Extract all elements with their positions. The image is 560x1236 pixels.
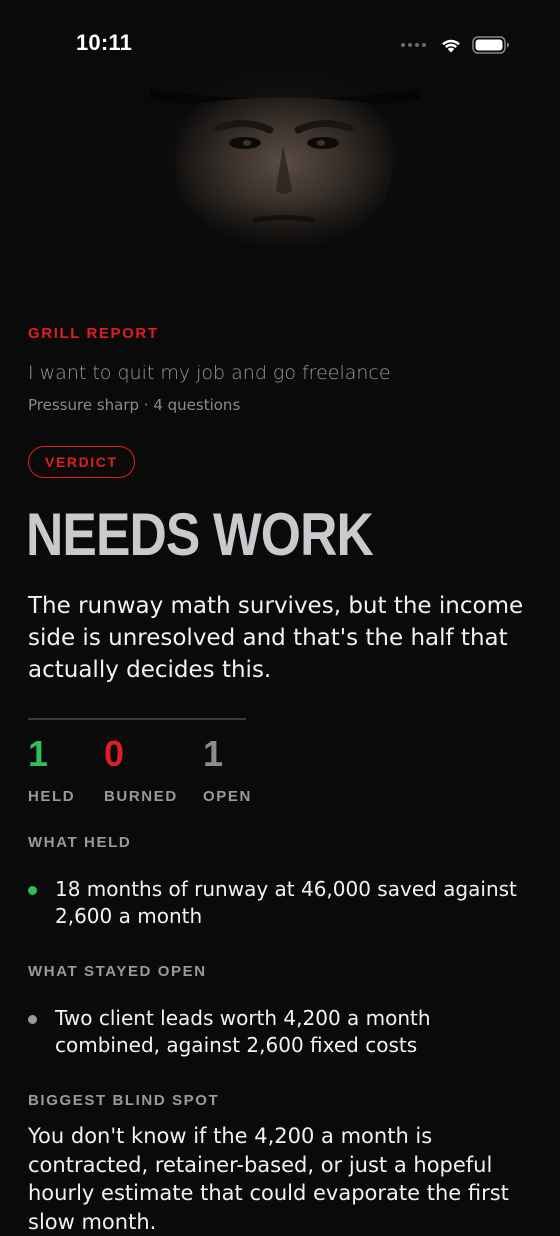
stat-held: 1 HELD [28, 732, 104, 805]
list-item-what-held: 18 months of runway at 46,000 saved agai… [28, 876, 532, 930]
stat-burned: 0 BURNED [104, 732, 203, 805]
stat-open: 1 OPEN [203, 732, 252, 805]
gray-dot-icon [28, 1015, 37, 1024]
stats-row: 1 HELD 0 BURNED 1 OPEN [28, 732, 252, 805]
verdict-summary: The runway math survives, but the income… [28, 593, 524, 683]
hero-portrait [0, 60, 560, 290]
stats-divider [28, 718, 246, 720]
stern-face-portrait [0, 60, 560, 290]
green-dot-icon [28, 886, 37, 895]
section-label-what-stayed-open: WHAT STAYED OPEN [28, 963, 207, 980]
report-meta: Pressure sharp · 4 questions [28, 396, 241, 414]
signal-dots-icon [401, 43, 426, 47]
stat-burned-value: 0 [104, 733, 125, 774]
report-eyebrow: GRILL REPORT [28, 325, 159, 342]
verdict-title: NEEDS WORK [26, 501, 374, 568]
section-label-what-held: WHAT HELD [28, 834, 132, 851]
wifi-icon [442, 39, 460, 53]
battery-icon [472, 36, 509, 54]
biggest-blind-spot-text: You don't know if the 4,200 a month is c… [28, 1124, 509, 1234]
report-header: GRILL REPORT I want to quit my job and g… [28, 325, 532, 414]
stat-held-label: HELD [28, 788, 76, 805]
verdict-pill: VERDICT [28, 446, 135, 478]
stat-open-value: 1 [203, 733, 224, 774]
stat-held-value: 1 [28, 733, 49, 774]
what-stayed-open-text: Two client leads worth 4,200 a month com… [55, 1006, 431, 1057]
report-topic: I want to quit my job and go freelance [28, 362, 391, 384]
list-item-what-stayed-open: Two client leads worth 4,200 a month com… [28, 1005, 532, 1059]
what-held-text: 18 months of runway at 46,000 saved agai… [55, 877, 517, 928]
stat-burned-label: BURNED [104, 788, 178, 805]
section-label-biggest-blind-spot: BIGGEST BLIND SPOT [28, 1092, 220, 1109]
status-time: 10:11 [76, 30, 133, 55]
status-icons [401, 36, 510, 54]
stat-open-label: OPEN [203, 788, 252, 805]
